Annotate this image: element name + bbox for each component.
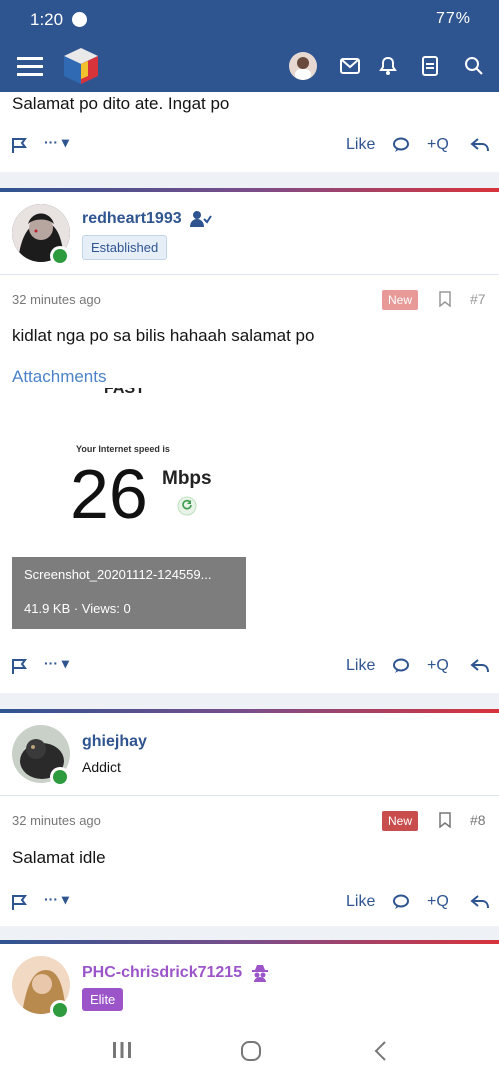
attachment-thumbnail[interactable]: FAST Your Internet speed is 26 Mbps xyxy=(12,388,246,528)
more-options-icon[interactable]: ··· ▾ xyxy=(44,655,69,672)
post-card: PHC-chrisdrick71215 Elite xyxy=(0,940,499,1020)
report-flag-icon[interactable] xyxy=(11,657,29,675)
post-message: Salamat idle xyxy=(12,848,106,867)
new-badge: New xyxy=(382,290,419,310)
post-number[interactable]: #8 xyxy=(470,812,486,828)
top-navbar xyxy=(0,40,499,92)
post-separator xyxy=(0,926,499,940)
post-card: redheart1993 Established 32 minutes ago … xyxy=(0,188,499,693)
attachment-caption[interactable]: Screenshot_20201112-124559... 41.9 KB · … xyxy=(12,557,246,629)
document-icon[interactable] xyxy=(416,52,444,80)
system-navigation-bar xyxy=(0,1020,499,1080)
thumb-subtitle: Your Internet speed is xyxy=(76,444,170,454)
status-time: 1:20 xyxy=(30,10,64,29)
post-card: ghiejhay Addict 32 minutes ago New #8 Sa… xyxy=(0,709,499,926)
thumb-headline: FAST xyxy=(104,388,145,397)
post-author-name[interactable]: redheart1993 xyxy=(82,210,182,228)
post-top-border xyxy=(0,188,499,192)
reply-icon[interactable] xyxy=(470,136,490,154)
multi-quote-button[interactable]: +Q xyxy=(427,136,449,154)
attachment-filename[interactable]: Screenshot_20201112-124559... xyxy=(24,567,211,582)
search-icon[interactable] xyxy=(460,52,488,80)
site-logo[interactable] xyxy=(62,46,100,86)
like-button[interactable]: Like xyxy=(346,893,375,911)
post-message: kidlat nga po sa bilis hahaah salamat po xyxy=(12,326,315,345)
refresh-icon xyxy=(177,496,197,516)
post-actions: ··· ▾ Like +Q xyxy=(0,653,499,683)
post-top-border xyxy=(0,709,499,713)
more-options-icon[interactable]: ··· ▾ xyxy=(44,891,69,908)
post-author-name[interactable]: ghiejhay xyxy=(82,733,147,751)
user-rank-badge: Established xyxy=(82,235,168,260)
report-flag-icon[interactable] xyxy=(11,893,29,911)
status-bar: 1:20 77% xyxy=(0,0,499,40)
post-number[interactable]: #7 xyxy=(470,291,486,307)
back-icon[interactable] xyxy=(373,1040,387,1062)
user-avatar[interactable] xyxy=(289,52,317,80)
multi-quote-button[interactable]: +Q xyxy=(427,657,449,675)
online-status-icon xyxy=(50,767,70,787)
home-icon[interactable] xyxy=(240,1040,262,1062)
menu-icon[interactable] xyxy=(16,52,44,80)
verified-user-icon xyxy=(190,211,212,227)
reply-icon[interactable] xyxy=(470,893,490,911)
post-separator xyxy=(0,693,499,709)
thumb-speed-unit: Mbps xyxy=(162,468,212,489)
mail-icon[interactable] xyxy=(336,52,364,80)
post-header-divider xyxy=(0,274,499,275)
online-status-icon xyxy=(50,246,70,266)
report-flag-icon[interactable] xyxy=(11,136,29,154)
system-icons: 77% xyxy=(436,10,471,28)
comment-icon[interactable] xyxy=(392,136,410,154)
messenger-icon xyxy=(72,12,87,27)
attachment-meta: 41.9 KB · Views: 0 xyxy=(24,601,131,616)
battery-text: 77% xyxy=(435,10,471,27)
post-header-divider xyxy=(0,795,499,796)
user-rank-badge: Addict xyxy=(82,759,121,775)
post-actions: ··· ▾ Like +Q xyxy=(0,132,499,162)
like-button[interactable]: Like xyxy=(346,136,375,154)
bookmark-icon[interactable] xyxy=(439,812,451,828)
post-timestamp[interactable]: 32 minutes ago xyxy=(12,813,101,828)
comment-icon[interactable] xyxy=(392,893,410,911)
multi-quote-button[interactable]: +Q xyxy=(427,893,449,911)
online-status-icon xyxy=(50,1000,70,1020)
like-button[interactable]: Like xyxy=(346,657,375,675)
recent-apps-icon[interactable] xyxy=(112,1040,132,1060)
user-rank-badge: Elite xyxy=(82,988,124,1011)
reply-icon[interactable] xyxy=(470,657,490,675)
bookmark-icon[interactable] xyxy=(439,291,451,307)
bell-icon[interactable] xyxy=(374,52,402,80)
post-message: Salamat po dito ate. Ingat po xyxy=(12,94,230,113)
post-actions: ··· ▾ Like +Q xyxy=(0,889,499,919)
post-author-name[interactable]: PHC-chrisdrick71215 xyxy=(82,964,242,982)
attachments-label: Attachments xyxy=(12,367,107,386)
post-card: Salamat po dito ate. Ingat po ··· ▾ Like… xyxy=(0,92,499,172)
new-badge: New xyxy=(382,811,419,831)
more-options-icon[interactable]: ··· ▾ xyxy=(44,134,69,151)
post-separator xyxy=(0,172,499,188)
post-top-border xyxy=(0,940,499,944)
spy-icon xyxy=(252,965,268,982)
thumb-speed-value: 26 xyxy=(70,455,148,528)
post-timestamp[interactable]: 32 minutes ago xyxy=(12,292,101,307)
comment-icon[interactable] xyxy=(392,657,410,675)
